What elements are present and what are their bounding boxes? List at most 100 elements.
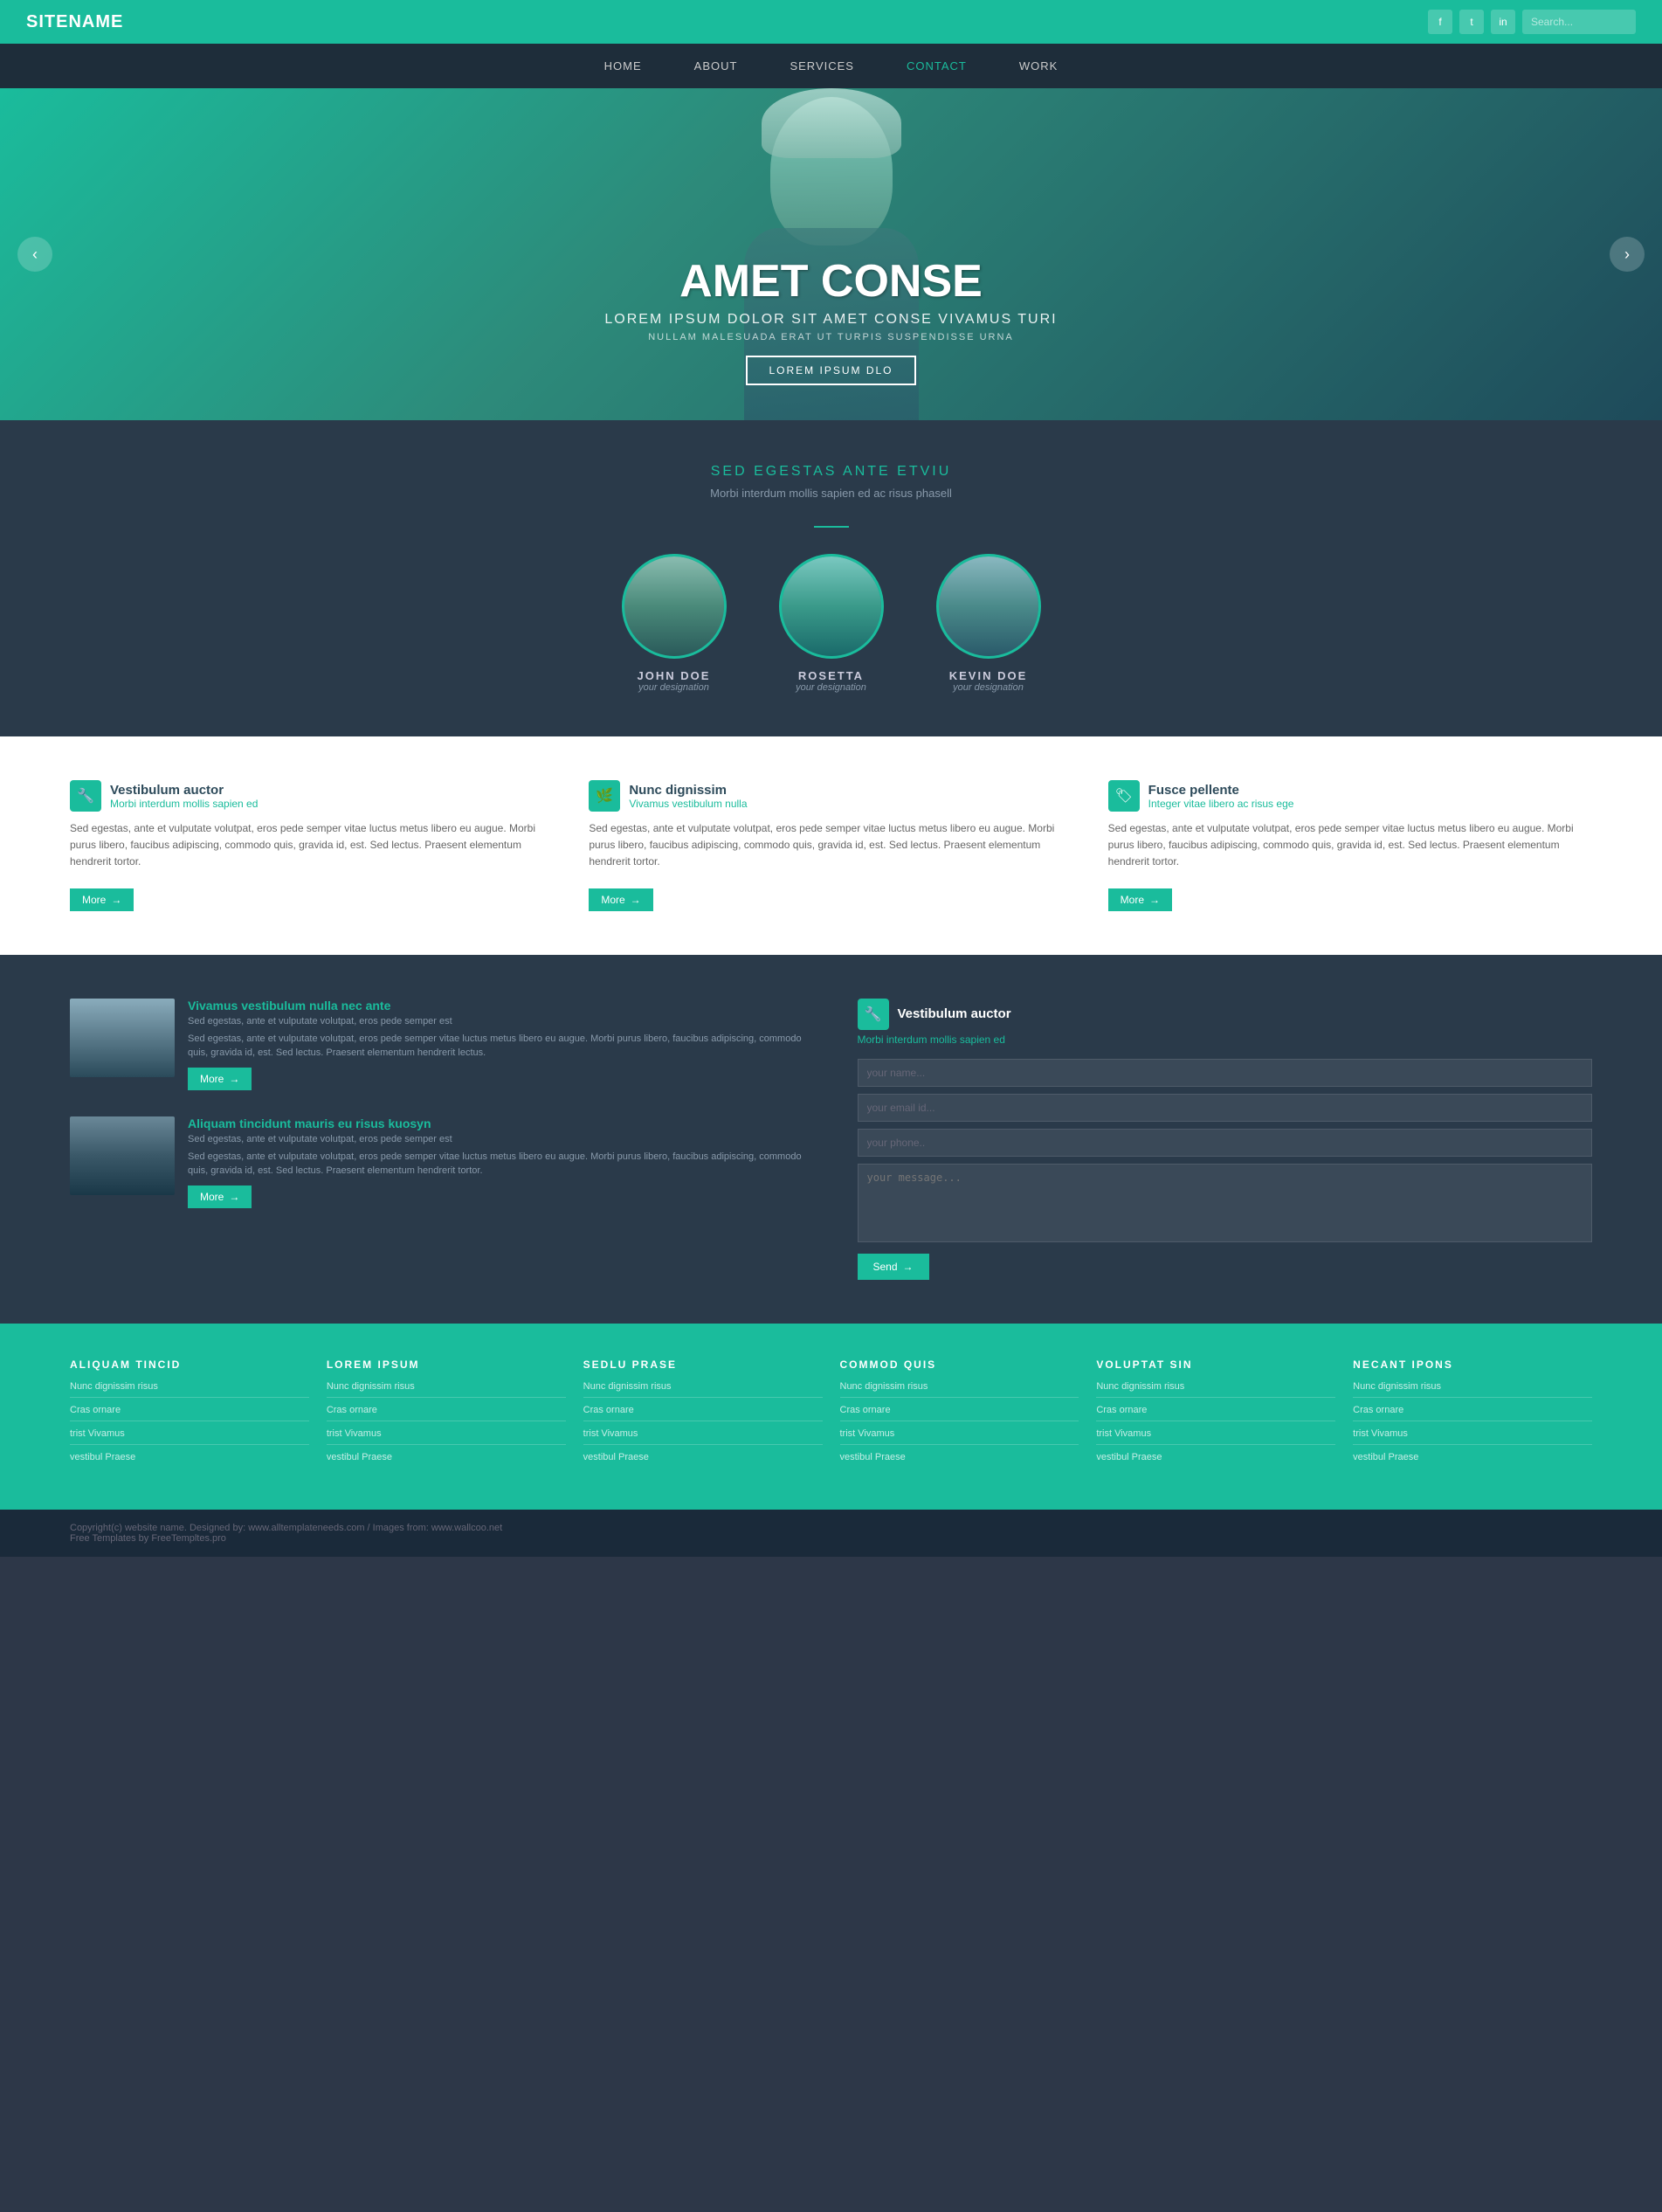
services-section: 🔧 Vestibulum auctor Morbi interdum molli… (0, 736, 1662, 955)
team-section-desc: Morbi interdum mollis sapien ed ac risus… (17, 487, 1645, 500)
blog-more-button-1[interactable]: More → (188, 1068, 252, 1090)
team-name-3: KEVIN DOE (936, 669, 1041, 682)
search-input[interactable] (1522, 10, 1636, 34)
blog-title-1: Vivamus vestibulum nulla nec ante (188, 999, 805, 1013)
contact-title: Vestibulum auctor (898, 1006, 1011, 1021)
service-title-2: Nunc dignissim (629, 783, 747, 798)
hero-image: ‹ AMET CONSE LOREM IPSUM DOLOR SIT AMET … (0, 88, 1662, 420)
team-section-title: SED EGESTAS ANTE ETVIU (17, 464, 1645, 480)
team-name-1: JOHN DOE (622, 669, 727, 682)
footer-col-title-1: ALIQUAM TINCID (70, 1358, 309, 1371)
team-section: SED EGESTAS ANTE ETVIU Morbi interdum mo… (0, 420, 1662, 736)
blog-title-2: Aliquam tincidunt mauris eu risus kuosyn (188, 1116, 805, 1130)
footer-link-5-2[interactable]: Cras ornare (1096, 1405, 1335, 1421)
footer-link-1-2[interactable]: Cras ornare (70, 1405, 309, 1421)
blog-thumb-2 (70, 1116, 175, 1195)
contact-form-section: 🔧 Vestibulum auctor Morbi interdum molli… (858, 999, 1593, 1280)
team-member-1: JOHN DOE your designation (622, 554, 727, 693)
footer-link-3-2[interactable]: Cras ornare (583, 1405, 823, 1421)
site-name: SITENAME (26, 12, 123, 32)
contact-form-icon: 🔧 (858, 999, 889, 1030)
twitter-icon[interactable]: t (1459, 10, 1484, 34)
footer-col-title-6: NECANT IPONS (1353, 1358, 1592, 1371)
hero-prev-arrow[interactable]: ‹ (17, 237, 52, 272)
contact-form-header: 🔧 Vestibulum auctor (858, 999, 1593, 1030)
section-divider (814, 526, 849, 528)
blog-content-1: Vivamus vestibulum nulla nec ante Sed eg… (188, 999, 805, 1090)
footer-link-5-4[interactable]: vestibul Praese (1096, 1452, 1335, 1468)
footer-link-1-1[interactable]: Nunc dignissim risus (70, 1381, 309, 1398)
contact-message-input[interactable] (858, 1164, 1593, 1242)
nav-contact[interactable]: CONTACT (907, 59, 967, 73)
footer-link-2-2[interactable]: Cras ornare (327, 1405, 566, 1421)
footer-link-3-3[interactable]: trist Vivamus (583, 1428, 823, 1445)
footer-link-3-1[interactable]: Nunc dignissim risus (583, 1381, 823, 1398)
contact-phone-input[interactable] (858, 1129, 1593, 1157)
team-role-1: your designation (622, 682, 727, 693)
blog-more-button-2[interactable]: More → (188, 1185, 252, 1208)
footer-link-5-3[interactable]: trist Vivamus (1096, 1428, 1335, 1445)
footer-link-6-3[interactable]: trist Vivamus (1353, 1428, 1592, 1445)
service-title-3: Fusce pellente (1148, 783, 1294, 798)
footer-link-4-1[interactable]: Nunc dignissim risus (840, 1381, 1079, 1398)
service-subtitle-1: Morbi interdum mollis sapien ed (110, 798, 258, 810)
copyright-line1: Copyright(c) website name. Designed by: … (70, 1523, 1592, 1533)
footer-col-title-3: SEDLU PRASE (583, 1358, 823, 1371)
nav-services[interactable]: SERVICES (790, 59, 854, 73)
team-name-2: ROSETTA (779, 669, 884, 682)
footer-link-3-4[interactable]: vestibul Praese (583, 1452, 823, 1468)
blog-subtitle-1: Sed egestas, ante et vulputate volutpat,… (188, 1016, 805, 1027)
hero-section: HOME ABOUT SERVICES CONTACT WORK ‹ AMET … (0, 44, 1662, 420)
service-text-3: Sed egestas, ante et vulputate volutpat,… (1108, 820, 1592, 871)
footer-link-2-1[interactable]: Nunc dignissim risus (327, 1381, 566, 1398)
top-bar: SITENAME f t in (0, 0, 1662, 44)
contact-name-input[interactable] (858, 1059, 1593, 1087)
footer-link-2-4[interactable]: vestibul Praese (327, 1452, 566, 1468)
nav-home[interactable]: HOME (604, 59, 642, 73)
footer-col-5: VOLUPTAT SIN Nunc dignissim risus Cras o… (1096, 1358, 1335, 1475)
social-search-area: f t in (1428, 10, 1636, 34)
nav-about[interactable]: ABOUT (694, 59, 738, 73)
footer-link-2-3[interactable]: trist Vivamus (327, 1428, 566, 1445)
team-member-3: KEVIN DOE your designation (936, 554, 1041, 693)
service-more-button-1[interactable]: More → (70, 888, 134, 911)
footer-link-1-4[interactable]: vestibul Praese (70, 1452, 309, 1468)
contact-send-button[interactable]: Send → (858, 1254, 929, 1280)
linkedin-icon[interactable]: in (1491, 10, 1515, 34)
hero-content: AMET CONSE LOREM IPSUM DOLOR SIT AMET CO… (569, 255, 1093, 385)
service-more-button-3[interactable]: More → (1108, 888, 1172, 911)
footer-links: ALIQUAM TINCID Nunc dignissim risus Cras… (0, 1324, 1662, 1510)
contact-email-input[interactable] (858, 1094, 1593, 1122)
service-subtitle-3: Integer vitae libero ac risus ege (1148, 798, 1294, 810)
service-title-1: Vestibulum auctor (110, 783, 258, 798)
footer-link-5-1[interactable]: Nunc dignissim risus (1096, 1381, 1335, 1398)
footer-col-title-4: COMMOD QUIS (840, 1358, 1079, 1371)
blog-subtitle-2: Sed egestas, ante et vulputate volutpat,… (188, 1134, 805, 1144)
page-wrapper: HOME ABOUT SERVICES CONTACT WORK ‹ AMET … (0, 44, 1662, 1557)
team-avatar-1 (622, 554, 727, 659)
bottom-bar: Copyright(c) website name. Designed by: … (0, 1510, 1662, 1557)
footer-link-4-4[interactable]: vestibul Praese (840, 1452, 1079, 1468)
service-header-1: 🔧 Vestibulum auctor Morbi interdum molli… (70, 780, 554, 812)
service-more-button-2[interactable]: More → (589, 888, 652, 911)
footer-col-3: SEDLU PRASE Nunc dignissim risus Cras or… (583, 1358, 823, 1475)
footer-link-1-3[interactable]: trist Vivamus (70, 1428, 309, 1445)
footer-link-6-1[interactable]: Nunc dignissim risus (1353, 1381, 1592, 1398)
blog-contact-section: Vivamus vestibulum nulla nec ante Sed eg… (0, 955, 1662, 1324)
footer-col-title-5: VOLUPTAT SIN (1096, 1358, 1335, 1371)
footer-col-6: NECANT IPONS Nunc dignissim risus Cras o… (1353, 1358, 1592, 1475)
footer-link-6-2[interactable]: Cras ornare (1353, 1405, 1592, 1421)
hero-subtitle: LOREM IPSUM DOLOR SIT AMET CONSE VIVAMUS… (569, 312, 1093, 328)
hero-next-arrow[interactable]: › (1610, 237, 1645, 272)
footer-link-4-2[interactable]: Cras ornare (840, 1405, 1079, 1421)
blog-post-1: Vivamus vestibulum nulla nec ante Sed eg… (70, 999, 805, 1090)
nav-bar: HOME ABOUT SERVICES CONTACT WORK (0, 44, 1662, 88)
footer-link-4-3[interactable]: trist Vivamus (840, 1428, 1079, 1445)
service-icon-2: 🌿 (589, 780, 620, 812)
nav-work[interactable]: WORK (1019, 59, 1058, 73)
facebook-icon[interactable]: f (1428, 10, 1452, 34)
footer-link-6-4[interactable]: vestibul Praese (1353, 1452, 1592, 1468)
footer-col-2: LOREM IPSUM Nunc dignissim risus Cras or… (327, 1358, 566, 1475)
hero-cta-button[interactable]: LOREM IPSUM DLO (746, 356, 915, 385)
blog-thumb-1 (70, 999, 175, 1077)
